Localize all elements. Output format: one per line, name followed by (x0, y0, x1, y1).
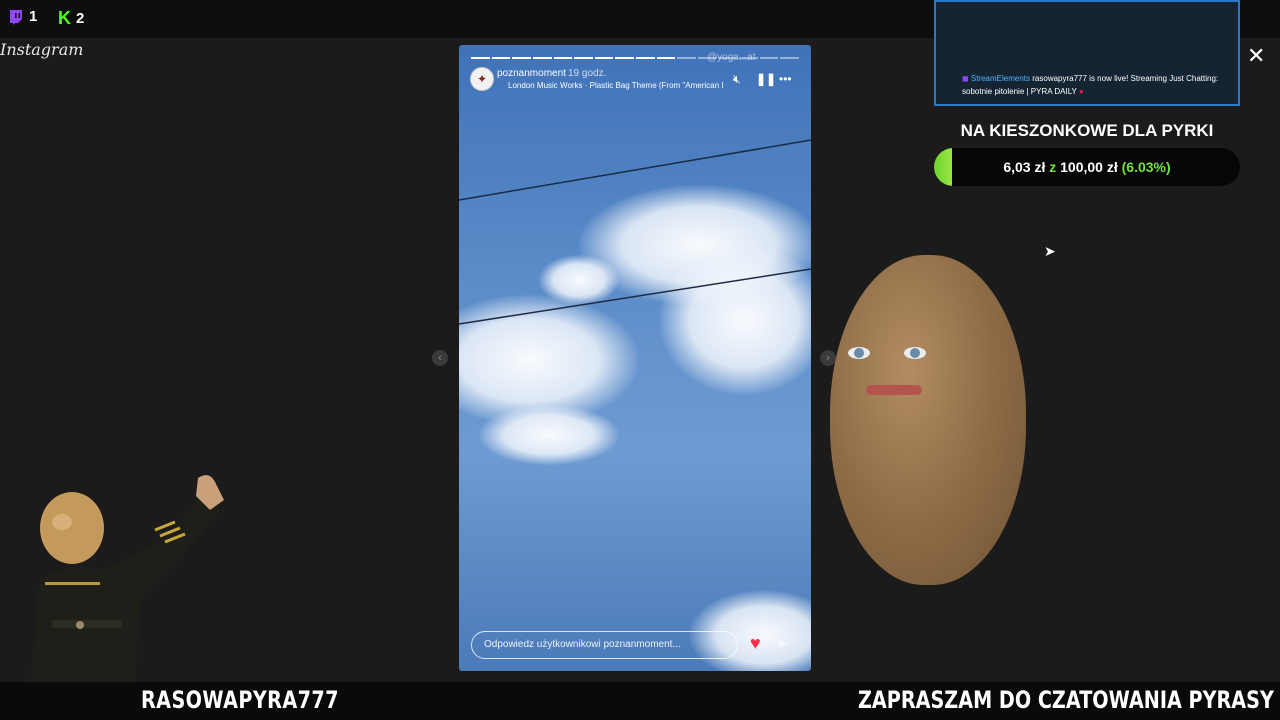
send-icon[interactable]: ➢ (776, 635, 788, 652)
progress-segment (656, 57, 676, 59)
kick-count: 2 (76, 10, 85, 27)
reply-input[interactable]: Odpowiedz użytkownikowi poznanmoment... (471, 631, 738, 659)
bottom-bar: RASOWAPYRA777 ZAPRASZAM DO CZATOWANIA PY… (0, 682, 1280, 720)
progress-segment (677, 57, 696, 59)
progress-segment (574, 57, 593, 59)
goal-percent: (6.03%) (1121, 159, 1171, 175)
power-lines (459, 139, 811, 325)
twitch-viewer-counter: 1 (8, 8, 37, 25)
story-avatar[interactable]: ✦ (470, 67, 494, 91)
story-music[interactable]: London Music Works · Plastic Bag Theme (… (508, 81, 726, 90)
progress-segment (512, 57, 531, 59)
mention-tag[interactable]: @yoga...at (707, 52, 756, 63)
prev-story-icon[interactable]: ‹ (432, 350, 448, 366)
alert-source: StreamElements (970, 74, 1031, 83)
progress-segment (553, 57, 573, 59)
progress-segment (532, 57, 552, 59)
kick-viewer-counter: K 2 (58, 8, 84, 29)
twitch-count: 1 (29, 8, 38, 25)
potato-eye-right (904, 347, 926, 359)
goal-target: 100,00 zł (1060, 159, 1118, 175)
bottom-ticker: ZAPRASZAM DO CZATOWANIA PYRASY (858, 686, 1274, 714)
streamer-nickname: RASOWAPYRA777 (141, 686, 339, 714)
story-username[interactable]: poznanmoment (497, 68, 566, 79)
progress-segment (636, 57, 655, 59)
donation-goal-bar: 6,03 zł z 100,00 zł (6.03%) (934, 148, 1240, 186)
instagram-story-viewer[interactable]: ✦ poznanmoment 19 godz. London Music Wor… (459, 45, 811, 671)
goal-separator: z (1049, 159, 1057, 175)
more-options-icon[interactable]: ••• (779, 72, 792, 86)
progress-segment (471, 57, 490, 59)
alert-icon: ◼︎ (962, 74, 969, 83)
instagram-logo: Instagram (0, 40, 84, 59)
close-icon[interactable]: ✕ (1247, 43, 1265, 69)
pause-icon[interactable]: ❚❚ (756, 72, 776, 86)
progress-segment (759, 57, 779, 59)
donation-goal-title: NA KIESZONKOWE DLA PYRKI (960, 121, 1214, 140)
potato-eye-left (848, 347, 870, 359)
twitch-icon (10, 9, 22, 25)
potato-officer-image (30, 475, 224, 682)
goal-current: 6,03 zł (1003, 159, 1046, 175)
progress-segment (491, 57, 511, 59)
potato-mouth (866, 385, 922, 395)
stream-alert: ◼︎ StreamElements rasowapyra777 is now l… (962, 72, 1238, 98)
live-dot-icon: ● (1078, 87, 1084, 96)
progress-segment (594, 57, 614, 59)
potato-avatar (830, 255, 1026, 585)
story-time: 19 godz. (568, 68, 607, 79)
progress-segment (780, 57, 799, 59)
mouse-cursor-icon: ➤ (1044, 243, 1056, 259)
donation-goal-text: 6,03 zł z 100,00 zł (6.03%) (934, 159, 1240, 175)
progress-segment (615, 57, 634, 59)
kick-icon: K (58, 8, 71, 28)
reply-placeholder: Odpowiedz użytkownikowi poznanmoment... (484, 639, 681, 650)
webcam-frame: ◼︎ StreamElements rasowapyra777 is now l… (934, 0, 1240, 106)
heart-icon[interactable]: ♥ (750, 633, 761, 654)
mute-icon[interactable]: 🔇︎ (733, 72, 741, 87)
